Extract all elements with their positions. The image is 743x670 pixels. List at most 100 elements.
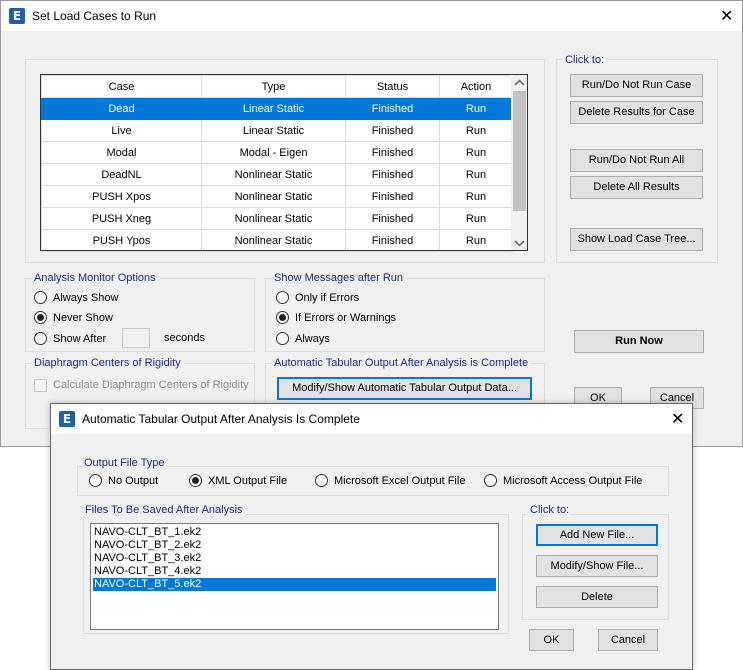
- table-row[interactable]: PUSH Xpos Nonlinear Static Finished Run: [41, 185, 513, 208]
- chevron-down-icon[interactable]: [514, 238, 525, 250]
- show-after-radio[interactable]: [34, 332, 47, 345]
- column-header[interactable]: Action: [439, 75, 513, 98]
- table-cell[interactable]: DeadNL: [41, 163, 202, 186]
- auto-output-label: Automatic Tabular Output After Analysis …: [272, 357, 531, 369]
- show-after-seconds-input[interactable]: [122, 328, 150, 348]
- title-bar: E Set Load Cases to Run ✕: [1, 1, 742, 31]
- table-cell[interactable]: Modal: [41, 141, 202, 164]
- show-after-label: Show After: [53, 333, 107, 345]
- run-do-not-run-all-button[interactable]: Run/Do Not Run All: [570, 149, 703, 172]
- dialog-cancel-button[interactable]: Cancel: [598, 629, 658, 651]
- table-cell[interactable]: Nonlinear Static: [201, 229, 346, 252]
- diaphragm-label: Diaphragm Centers of Rigidity: [32, 357, 183, 369]
- delete-results-for-case-button[interactable]: Delete Results for Case: [570, 101, 703, 124]
- table-cell[interactable]: Run: [439, 229, 513, 252]
- output-file-type-label: Output File Type: [82, 457, 167, 469]
- table-cell[interactable]: Run: [439, 163, 513, 186]
- automatic-tabular-output-dialog: E Automatic Tabular Output After Analysi…: [50, 403, 693, 670]
- show-messages-label: Show Messages after Run: [272, 272, 406, 284]
- always-show-radio[interactable]: [34, 291, 47, 304]
- table-row[interactable]: Modal Modal - Eigen Finished Run: [41, 141, 513, 164]
- table-row[interactable]: PUSH Ypos Nonlinear Static Finished Run: [41, 229, 513, 252]
- always-radio[interactable]: [276, 332, 289, 345]
- table-row[interactable]: Dead Linear Static Finished Run: [41, 97, 513, 120]
- list-item[interactable]: NAVO-CLT_BT_4.ek2: [93, 565, 496, 578]
- column-header[interactable]: Status: [345, 75, 440, 98]
- table-cell[interactable]: PUSH Xneg: [41, 207, 202, 230]
- excel-output-radio[interactable]: [315, 474, 328, 487]
- access-output-radio[interactable]: [484, 474, 497, 487]
- etabs-logo-icon: E: [9, 8, 25, 24]
- chevron-up-icon[interactable]: [514, 78, 525, 89]
- table-scrollbar[interactable]: [511, 75, 528, 251]
- list-item[interactable]: NAVO-CLT_BT_5.ek2: [93, 578, 496, 591]
- if-errors-or-warnings-radio[interactable]: [276, 311, 289, 324]
- show-load-case-tree-button[interactable]: Show Load Case Tree...: [570, 228, 703, 251]
- delete-all-results-button[interactable]: Delete All Results: [570, 176, 703, 199]
- run-do-not-run-case-button[interactable]: Run/Do Not Run Case: [570, 74, 703, 97]
- add-new-file-button[interactable]: Add New File...: [536, 524, 658, 546]
- close-icon[interactable]: ✕: [671, 411, 684, 427]
- xml-output-radio[interactable]: [189, 474, 202, 487]
- table-cell[interactable]: Finished: [345, 97, 440, 120]
- table-cell[interactable]: Modal - Eigen: [201, 141, 346, 164]
- seconds-label: seconds: [164, 332, 205, 344]
- table-cell[interactable]: Finished: [345, 207, 440, 230]
- etabs-logo-icon: E: [59, 411, 75, 427]
- click-to-label: Click to:: [563, 54, 607, 66]
- table-cell[interactable]: Linear Static: [201, 97, 346, 120]
- table-cell[interactable]: Run: [439, 119, 513, 142]
- table-cell[interactable]: Finished: [345, 163, 440, 186]
- no-output-radio[interactable]: [89, 474, 102, 487]
- dialog-title: Automatic Tabular Output After Analysis …: [82, 412, 360, 426]
- access-output-label: Microsoft Access Output File: [503, 475, 643, 487]
- calculate-diaphragm-label: Calculate Diaphragm Centers of Rigidity: [53, 379, 249, 391]
- table-cell[interactable]: Finished: [345, 185, 440, 208]
- table-cell[interactable]: Live: [41, 119, 202, 142]
- run-now-button[interactable]: Run Now: [574, 330, 704, 353]
- table-row[interactable]: Live Linear Static Finished Run: [41, 119, 513, 142]
- table-row[interactable]: PUSH Xneg Nonlinear Static Finished Run: [41, 207, 513, 230]
- table-cell[interactable]: Run: [439, 141, 513, 164]
- table-cell[interactable]: Finished: [345, 229, 440, 252]
- modify-show-file-button[interactable]: Modify/Show File...: [536, 555, 658, 577]
- window-title: Set Load Cases to Run: [32, 9, 157, 23]
- delete-file-button[interactable]: Delete: [536, 586, 658, 608]
- column-header[interactable]: Type: [201, 75, 346, 98]
- list-item[interactable]: NAVO-CLT_BT_3.ek2: [93, 552, 496, 565]
- always-label: Always: [295, 333, 330, 345]
- table-cell[interactable]: Run: [439, 207, 513, 230]
- table-row[interactable]: DeadNL Nonlinear Static Finished Run: [41, 163, 513, 186]
- table-cell[interactable]: Nonlinear Static: [201, 207, 346, 230]
- files-label: Files To Be Saved After Analysis: [83, 504, 245, 516]
- table-header-row: Case Type Status Action: [41, 75, 513, 98]
- table-cell[interactable]: Linear Static: [201, 119, 346, 142]
- table-cell[interactable]: Finished: [345, 119, 440, 142]
- close-icon[interactable]: ✕: [720, 8, 733, 24]
- xml-output-label: XML Output File: [208, 475, 288, 487]
- table-cell[interactable]: PUSH Xpos: [41, 185, 202, 208]
- list-item[interactable]: NAVO-CLT_BT_1.ek2: [93, 526, 496, 539]
- excel-output-label: Microsoft Excel Output File: [334, 475, 466, 487]
- dialog-title-bar: E Automatic Tabular Output After Analysi…: [51, 404, 692, 434]
- only-if-errors-label: Only if Errors: [295, 292, 360, 304]
- modify-auto-output-button[interactable]: Modify/Show Automatic Tabular Output Dat…: [277, 377, 532, 400]
- table-cell[interactable]: Finished: [345, 141, 440, 164]
- load-case-table: Case Type Status Action Dead Linear Static Fin…: [41, 75, 513, 252]
- calculate-diaphragm-checkbox[interactable]: [34, 379, 47, 392]
- table-cell[interactable]: PUSH Ypos: [41, 229, 202, 252]
- dialog-ok-button[interactable]: OK: [529, 629, 574, 651]
- table-cell[interactable]: Nonlinear Static: [201, 185, 346, 208]
- scrollbar-thumb[interactable]: [513, 91, 526, 211]
- table-cell[interactable]: Dead: [41, 97, 202, 120]
- never-show-label: Never Show: [53, 312, 113, 324]
- table-cell[interactable]: Nonlinear Static: [201, 163, 346, 186]
- never-show-radio[interactable]: [34, 311, 47, 324]
- column-header[interactable]: Case: [41, 75, 202, 98]
- always-show-label: Always Show: [53, 292, 119, 304]
- files-list[interactable]: NAVO-CLT_BT_1.ek2 NAVO-CLT_BT_2.ek2 NAVO-C…: [90, 523, 499, 630]
- list-item[interactable]: NAVO-CLT_BT_2.ek2: [93, 539, 496, 552]
- table-cell[interactable]: Run: [439, 97, 513, 120]
- only-if-errors-radio[interactable]: [276, 291, 289, 304]
- table-cell[interactable]: Run: [439, 185, 513, 208]
